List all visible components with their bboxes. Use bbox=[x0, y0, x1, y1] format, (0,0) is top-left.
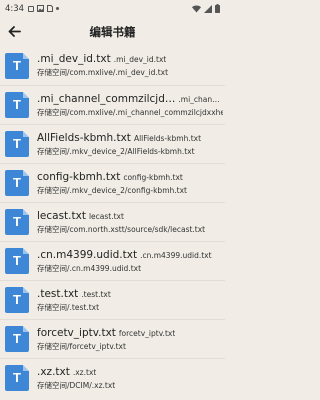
txt-file-icon: T bbox=[5, 52, 29, 79]
file-name-line: .mi_dev_id.txt .mi_dev_id.txt bbox=[37, 53, 223, 65]
file-item[interactable]: T .test.txt .test.txt 存储空间/.test.txt bbox=[0, 280, 225, 319]
file-name-line: .xz.txt .xz.txt bbox=[37, 366, 223, 378]
file-text: AllFields-kbmh.txt AllFields-kbmh.txt 存储… bbox=[37, 132, 223, 157]
file-text: config-kbmh.txt config-kbmh.txt 存储空间/.mk… bbox=[37, 171, 223, 196]
file-name: .mi_dev_id.txt bbox=[37, 53, 111, 65]
file-name-line: config-kbmh.txt config-kbmh.txt bbox=[37, 171, 223, 183]
txt-file-icon: T bbox=[5, 326, 29, 352]
txt-file-icon: T bbox=[5, 131, 29, 157]
image-icon bbox=[37, 5, 45, 12]
file-item[interactable]: T .mi_channel_commzilcjd… .mi_channel_co… bbox=[0, 85, 225, 124]
file-path: 存储空间/.test.txt bbox=[37, 302, 100, 312]
file-name: .xz.txt bbox=[37, 365, 70, 378]
file-name-secondary: lecast.txt bbox=[88, 211, 124, 221]
file-name-secondary: .xz.txt bbox=[72, 367, 97, 377]
file-path: 存储空间/com.mxlive/.mi_dev_id.txt bbox=[37, 68, 169, 77]
file-name: AllFields-kbmh.txt bbox=[37, 131, 131, 144]
battery-icon bbox=[215, 4, 220, 13]
file-text: .mi_channel_commzilcjd… .mi_channel_co… … bbox=[37, 93, 223, 118]
file-name-secondary: .mi_dev_id.txt bbox=[113, 55, 167, 64]
file-item[interactable]: T lecast.txt lecast.txt 存储空间/com.north.x… bbox=[0, 202, 225, 241]
toolbar: 编辑书籍 bbox=[0, 17, 225, 46]
txt-file-icon: T bbox=[5, 248, 29, 274]
file-path: 存储空间/.cn.m4399.udid.txt bbox=[37, 263, 142, 273]
arrow-left-icon bbox=[8, 26, 21, 37]
file-text: .cn.m4399.udid.txt .cn.m4399.udid.txt 存储… bbox=[37, 249, 223, 274]
file-path: 存储空间/forcetv_iptv.txt bbox=[37, 341, 126, 351]
txt-file-icon: T bbox=[5, 92, 29, 118]
file-name-secondary: forcetv_iptv.txt bbox=[118, 328, 176, 338]
file-item[interactable]: T .xz.txt .xz.txt 存储空间/DCIM/.xz.txt bbox=[0, 358, 225, 397]
file-name: .cn.m4399.udid.txt bbox=[37, 248, 138, 261]
txt-file-icon: T bbox=[5, 287, 29, 313]
file-item[interactable]: T .cn.m4399.udid.txt .cn.m4399.udid.txt … bbox=[0, 241, 225, 280]
page-title: 编辑书籍 bbox=[89, 24, 136, 39]
file-name-line: .cn.m4399.udid.txt .cn.m4399.udid.txt bbox=[37, 249, 223, 261]
status-icons bbox=[28, 5, 60, 12]
sim-icon bbox=[47, 5, 54, 12]
file-name-secondary: AllFields-kbmh.txt bbox=[133, 133, 202, 143]
file-text: .mi_dev_id.txt .mi_dev_id.txt 存储空间/com.m… bbox=[37, 53, 223, 78]
dot-icon bbox=[56, 7, 60, 10]
file-path: 存储空间/.mkv_device_2/config-kbmh.txt bbox=[37, 185, 187, 195]
file-item[interactable]: T config-kbmh.txt config-kbmh.txt 存储空间/.… bbox=[0, 163, 225, 202]
file-path: 存储空间/com.north.xstt/source/sdk/lecast.tx… bbox=[37, 224, 206, 234]
file-name-line: forcetv_iptv.txt forcetv_iptv.txt bbox=[37, 327, 223, 339]
file-name-secondary: .cn.m4399.udid.txt bbox=[140, 250, 212, 260]
file-text: lecast.txt lecast.txt 存储空间/com.north.xst… bbox=[37, 210, 223, 235]
file-path: 存储空间/DCIM/.xz.txt bbox=[37, 380, 116, 390]
txt-file-icon: T bbox=[5, 209, 29, 235]
signal-icon bbox=[204, 4, 212, 13]
file-name: .test.txt bbox=[37, 287, 79, 300]
file-name-line: .mi_channel_commzilcjd… .mi_channel_co… bbox=[37, 93, 223, 105]
file-name: .mi_channel_commzilcjd… bbox=[37, 92, 176, 105]
back-button[interactable] bbox=[0, 17, 28, 46]
file-text: .xz.txt .xz.txt 存储空间/DCIM/.xz.txt bbox=[37, 366, 223, 391]
file-path: 存储空间/.mkv_device_2/AllFields-kbmh.txt bbox=[37, 146, 195, 156]
file-name-secondary: config-kbmh.txt bbox=[123, 172, 183, 182]
file-name-line: .test.txt .test.txt bbox=[37, 288, 223, 300]
status-left: 4:34 bbox=[5, 3, 60, 14]
file-name-line: AllFields-kbmh.txt AllFields-kbmh.txt bbox=[37, 132, 223, 144]
file-text: .test.txt .test.txt 存储空间/.test.txt bbox=[37, 288, 223, 313]
file-name: config-kbmh.txt bbox=[37, 170, 121, 183]
txt-file-icon: T bbox=[5, 170, 29, 196]
status-bar: 4:34 bbox=[0, 0, 225, 17]
file-name-secondary: .test.txt bbox=[81, 289, 111, 299]
file-name: forcetv_iptv.txt bbox=[37, 326, 116, 339]
file-item[interactable]: T forcetv_iptv.txt forcetv_iptv.txt 存储空间… bbox=[0, 319, 225, 358]
txt-file-icon: T bbox=[5, 365, 29, 391]
status-right bbox=[192, 4, 220, 13]
notification-square-icon bbox=[28, 5, 35, 12]
file-item[interactable]: T .mi_dev_id.txt .mi_dev_id.txt 存储空间/com… bbox=[0, 46, 225, 85]
wifi-icon bbox=[192, 5, 201, 12]
file-list: T .mi_dev_id.txt .mi_dev_id.txt 存储空间/com… bbox=[0, 46, 225, 397]
status-time: 4:34 bbox=[5, 3, 25, 14]
file-item[interactable]: T AllFields-kbmh.txt AllFields-kbmh.txt … bbox=[0, 124, 225, 163]
file-name-line: lecast.txt lecast.txt bbox=[37, 210, 223, 222]
file-name: lecast.txt bbox=[37, 209, 86, 222]
file-text: forcetv_iptv.txt forcetv_iptv.txt 存储空间/f… bbox=[37, 327, 223, 352]
file-name-secondary: .mi_channel_co… bbox=[178, 94, 223, 104]
file-path: 存储空间/com.mxlive/.mi_channel_commzilcjdxx… bbox=[37, 107, 223, 117]
